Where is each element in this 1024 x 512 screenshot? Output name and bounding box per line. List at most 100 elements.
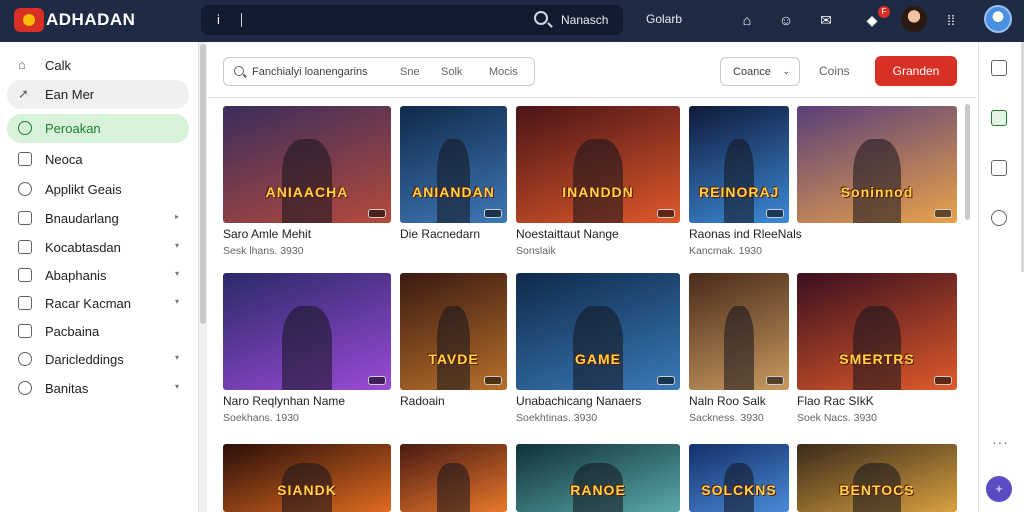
rating-badge <box>657 376 675 385</box>
game-thumbnail[interactable]: REINORAJ <box>689 106 789 223</box>
top-link[interactable]: Golarb <box>646 12 682 26</box>
square-icon[interactable] <box>991 160 1007 176</box>
sidebar-item-neoca[interactable]: Neoca <box>7 145 189 174</box>
game-card[interactable]: BENTOCS <box>797 444 957 512</box>
game-thumbnail[interactable] <box>689 273 789 390</box>
grid-view-icon[interactable] <box>991 110 1007 126</box>
game-logo-art: GAME <box>575 350 621 367</box>
grid-scrollbar[interactable] <box>965 104 970 220</box>
sort-dropdown[interactable]: Coance ⌄ <box>720 57 800 86</box>
global-search-input[interactable]: i Nanasch <box>201 5 623 35</box>
search-query: Fanchialyi loanengarins <box>252 66 368 78</box>
game-card[interactable]: REINORAJ Raonas ind RleeNals Kancmak. 1930 <box>689 106 802 257</box>
account-avatar[interactable] <box>984 5 1012 33</box>
more-icon[interactable]: ··· <box>992 434 1009 450</box>
game-thumbnail[interactable]: SOLCKNS <box>689 444 789 512</box>
primary-button[interactable]: Granden <box>875 56 957 86</box>
sidebar-scrollbar[interactable] <box>199 42 207 512</box>
character-art <box>437 138 470 223</box>
scrollbar-thumb[interactable] <box>200 44 206 324</box>
sidebar-item-label: Pacbaina <box>45 324 100 339</box>
game-card[interactable] <box>400 444 507 512</box>
game-title[interactable]: Noestaittaut Nange <box>516 227 619 241</box>
sidebar-item-calk[interactable]: ⌂ Calk <box>7 51 189 80</box>
sidebar-item-label: Peroakan <box>45 121 101 136</box>
game-title[interactable]: Naro Reqlynhan Name <box>223 394 345 408</box>
game-title[interactable]: Unabachicang Nanaers <box>516 394 641 408</box>
sidebar-item-abaphanis[interactable]: Abaphanis ▾ <box>7 261 189 290</box>
apps-grid-icon[interactable]: ⁞⁞ <box>941 10 961 30</box>
game-logo-art: REINORAJ <box>699 183 779 200</box>
game-card[interactable]: Naro Reqlynhan Name Soekhans. 1930 <box>223 273 391 424</box>
bookmark-icon[interactable]: ⌂ <box>737 10 757 30</box>
game-card[interactable]: RANOE <box>516 444 680 512</box>
game-thumbnail[interactable]: SMERTRS <box>797 273 957 390</box>
person-icon[interactable]: ☺ <box>776 10 796 30</box>
sidebar-item-peroakan[interactable]: Peroakan <box>7 114 189 143</box>
app-logo[interactable] <box>14 8 44 32</box>
filter-pill[interactable]: Mocis <box>489 66 518 78</box>
rating-badge <box>368 376 386 385</box>
game-card[interactable]: ANIANDAN Die Racnedarn <box>400 106 507 241</box>
notes-icon[interactable] <box>991 60 1007 76</box>
coins-button[interactable]: Coins <box>819 64 850 78</box>
game-thumbnail[interactable] <box>223 273 391 390</box>
game-card[interactable]: ANIAACHA Saro Amle Mehit Sesk lhans. 3930 <box>223 106 391 257</box>
games-search-input[interactable]: Fanchialyi loanengarins Sne Solk Mocis <box>223 57 535 86</box>
sidebar-item-daricleddings[interactable]: Daricleddings ▾ <box>7 345 189 374</box>
game-card[interactable]: TAVDE Radoain <box>400 273 507 408</box>
character-art <box>573 305 623 390</box>
character-art <box>437 463 470 512</box>
avatar[interactable] <box>901 6 927 32</box>
game-thumbnail[interactable]: INANDDN <box>516 106 680 223</box>
sidebar-item-label: Ean Mer <box>45 87 95 102</box>
game-card[interactable]: INANDDN Noestaittaut Nange Sonslaik <box>516 106 680 257</box>
game-title[interactable]: Raonas ind RleeNals <box>689 227 802 241</box>
filter-pill[interactable]: Sne <box>400 66 420 78</box>
game-logo-art: SMERTRS <box>839 350 915 367</box>
game-thumbnail[interactable]: Soninnod <box>797 106 957 223</box>
add-icon[interactable]: + <box>986 476 1012 502</box>
tag-icon <box>18 352 32 366</box>
game-title[interactable]: Saro Amle Mehit <box>223 227 311 241</box>
game-logo-art: ANIAACHA <box>265 183 349 200</box>
search-icon[interactable] <box>991 210 1007 226</box>
sidebar-item-label: Calk <box>45 58 72 73</box>
game-title[interactable]: Die Racnedarn <box>400 227 480 241</box>
sidebar-item-kocabtasdan[interactable]: Kocabtasdan ▾ <box>7 233 189 262</box>
rating-badge <box>657 209 675 218</box>
game-card[interactable]: GAME Unabachicang Nanaers Soekhtinas. 3930 <box>516 273 680 424</box>
game-title[interactable]: Flao Rac SIkK <box>797 394 874 408</box>
sidebar-item-ean-mer[interactable]: ➚ Ean Mer <box>7 80 189 109</box>
filter-pill[interactable]: Solk <box>441 66 462 78</box>
game-title[interactable]: Naln Roo Salk <box>689 394 766 408</box>
game-thumbnail[interactable]: ANIAACHA <box>223 106 391 223</box>
game-thumbnail[interactable] <box>400 444 507 512</box>
game-subtitle: Soekhtinas. 3930 <box>516 412 598 424</box>
game-thumbnail[interactable]: ANIANDAN <box>400 106 507 223</box>
sidebar-item-banitas[interactable]: Banitas ▾ <box>7 374 189 403</box>
search-icon <box>234 66 244 76</box>
sidebar-item-applikt-geais[interactable]: Applikt Geais <box>7 175 189 204</box>
chevron-down-icon: ▾ <box>174 297 179 306</box>
game-title[interactable]: Radoain <box>400 394 445 408</box>
game-card[interactable]: SIANDK <box>223 444 391 512</box>
chat-icon[interactable]: ✉ <box>816 10 836 30</box>
search-icon[interactable] <box>534 11 548 25</box>
game-card[interactable]: Naln Roo Salk Sackness. 3930 <box>689 273 789 424</box>
game-thumbnail[interactable]: RANOE <box>516 444 680 512</box>
game-thumbnail[interactable]: SIANDK <box>223 444 391 512</box>
chevron-down-icon: ⌄ <box>782 66 790 76</box>
game-thumbnail[interactable]: GAME <box>516 273 680 390</box>
game-logo-art: SOLCKNS <box>701 482 777 499</box>
rating-badge <box>934 209 952 218</box>
sidebar-item-racar-kacman[interactable]: Racar Kacman ▾ <box>7 289 189 318</box>
game-thumbnail[interactable]: TAVDE <box>400 273 507 390</box>
game-thumbnail[interactable]: BENTOCS <box>797 444 957 512</box>
game-card[interactable]: Soninnod <box>797 106 957 223</box>
game-card[interactable]: SMERTRS Flao Rac SIkK Soek Nacs. 3930 <box>797 273 957 424</box>
sidebar-item-label: Applikt Geais <box>45 182 122 197</box>
sidebar-item-pacbaina[interactable]: Pacbaina <box>7 317 189 346</box>
game-card[interactable]: SOLCKNS <box>689 444 789 512</box>
sidebar-item-bnaudarlang[interactable]: Bnaudarlang ▸ <box>7 204 189 233</box>
